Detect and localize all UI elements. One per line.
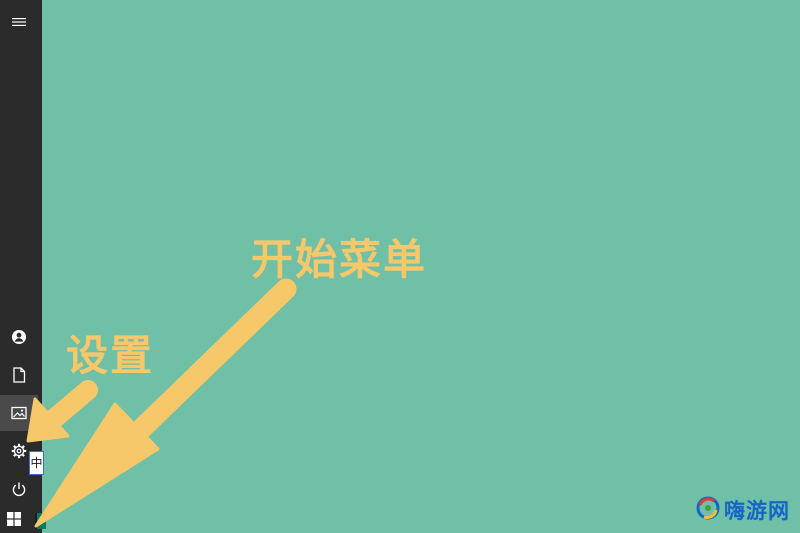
site-logo-icon: [696, 496, 720, 524]
pictures-button[interactable]: [0, 395, 38, 431]
power-icon: [11, 481, 27, 497]
power-button[interactable]: [0, 471, 38, 507]
user-account-button[interactable]: [0, 319, 38, 355]
pictures-icon: [11, 406, 27, 420]
watermark-text: 嗨游网: [724, 499, 790, 523]
windows-logo-icon: [7, 511, 21, 530]
taskbar-app-item[interactable]: [35, 513, 46, 529]
start-button[interactable]: [0, 507, 28, 533]
document-icon: [12, 367, 26, 383]
expand-menu-button[interactable]: [0, 4, 38, 40]
site-watermark: 嗨游网: [696, 496, 790, 524]
settings-annotation: 设置: [66, 331, 155, 380]
hamburger-menu-icon: [12, 17, 26, 27]
start-menu-annotation: 开始菜单: [251, 235, 428, 284]
user-account-icon: [11, 329, 27, 345]
gear-icon: [11, 443, 27, 459]
ime-indicator[interactable]: 中: [29, 451, 44, 475]
documents-button[interactable]: [0, 357, 38, 393]
